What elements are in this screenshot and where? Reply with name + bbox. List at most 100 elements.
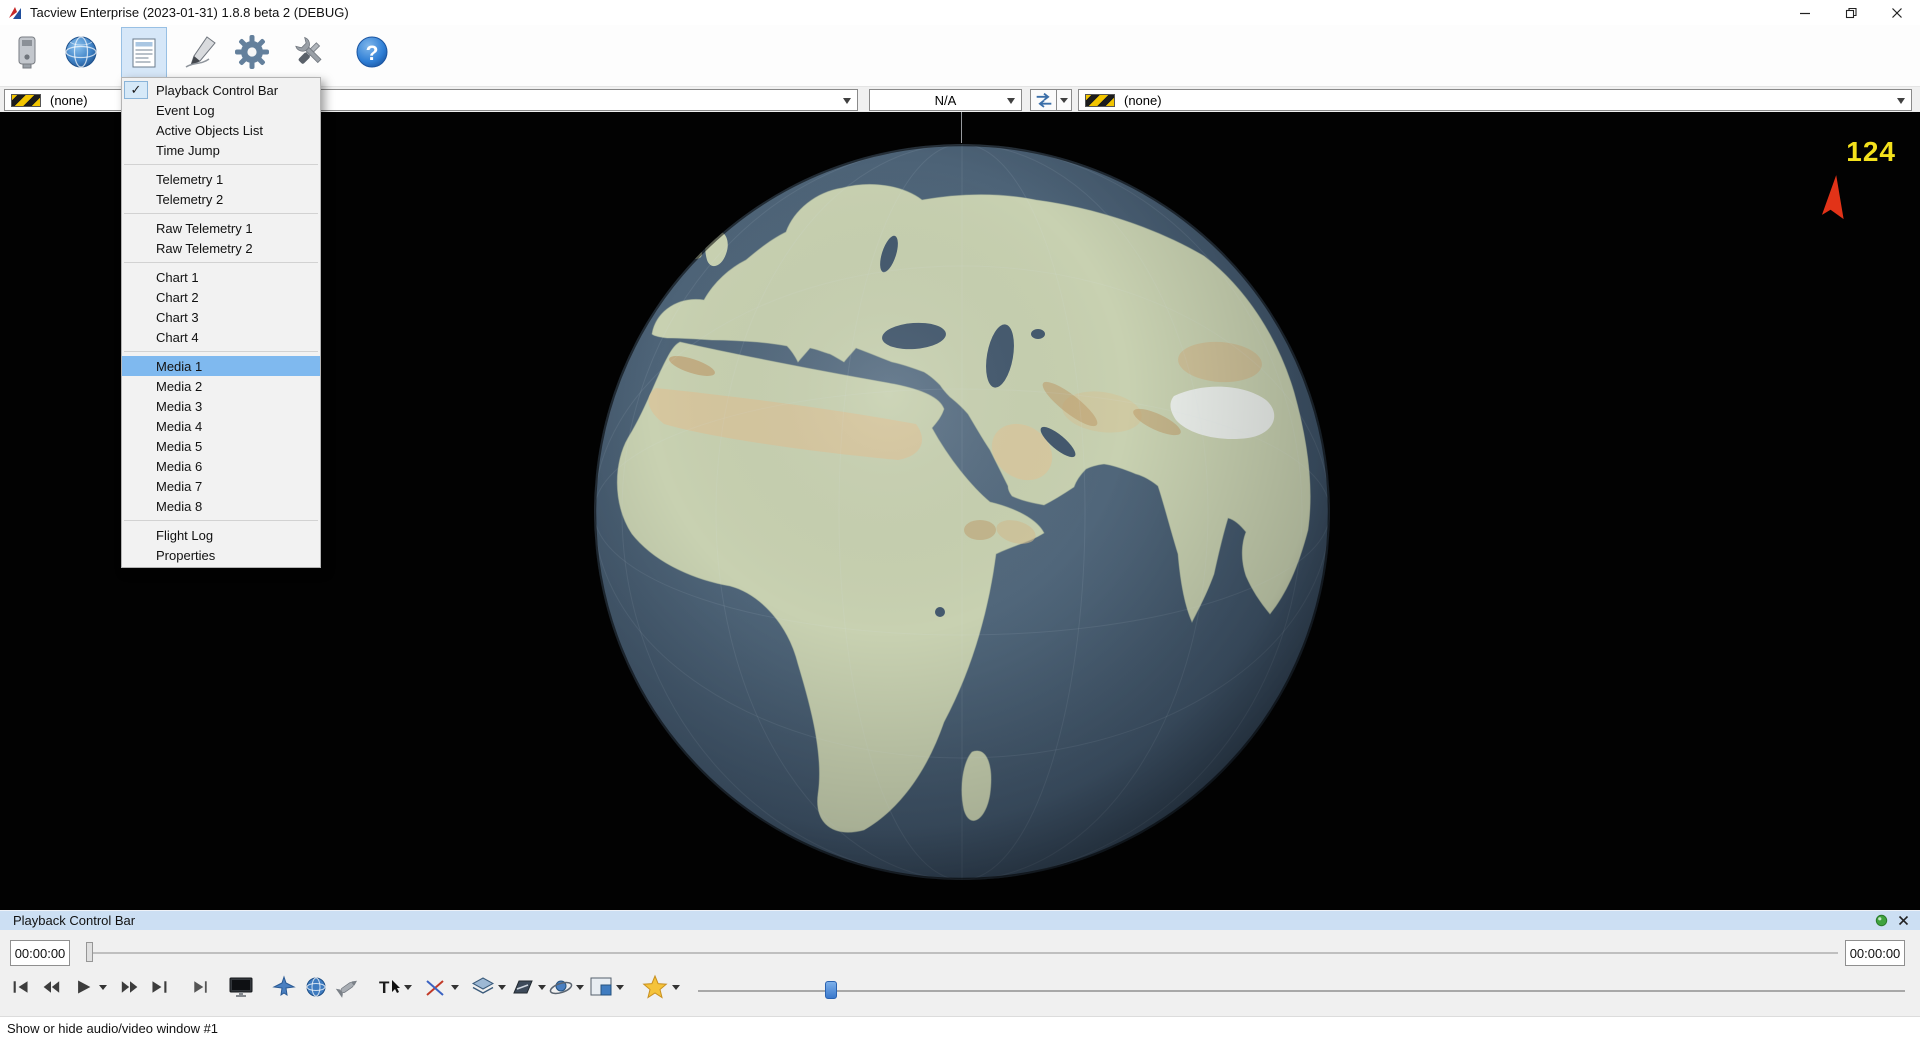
menu-item-label: Media 1: [156, 359, 202, 374]
menu-item-media-2[interactable]: Media 2: [122, 376, 320, 396]
playback-panel-header[interactable]: Playback Control Bar: [0, 910, 1920, 930]
menu-check-spacer: [124, 397, 148, 415]
globe-axis-line: [961, 112, 962, 143]
fast-forward-button[interactable]: [117, 974, 143, 1000]
menu-item-media-8[interactable]: Media 8: [122, 496, 320, 516]
menu-separator: [124, 262, 318, 263]
menu-item-media-7[interactable]: Media 7: [122, 476, 320, 496]
close-panel-icon[interactable]: [1897, 914, 1910, 927]
minimap-menu-button[interactable]: [588, 974, 614, 1000]
menu-item-flight-log[interactable]: Flight Log: [122, 525, 320, 545]
time-slider-track[interactable]: [88, 952, 1838, 954]
pin-panel-icon[interactable]: [1875, 914, 1888, 927]
layers-chevron-icon[interactable]: [498, 985, 506, 990]
menu-item-raw-telemetry-2[interactable]: Raw Telemetry 2: [122, 238, 320, 258]
primary-object-value: (none): [50, 93, 88, 108]
play-button[interactable]: [70, 974, 96, 1000]
compass-heading-readout: 124: [1846, 136, 1896, 168]
restore-button[interactable]: [1828, 0, 1874, 25]
menu-item-label: Active Objects List: [156, 123, 263, 138]
menu-item-label: Telemetry 2: [156, 192, 223, 207]
gear-icon: [232, 32, 272, 72]
menu-item-label: Time Jump: [156, 143, 220, 158]
step-forward-button[interactable]: [187, 974, 213, 1000]
swap-objects-button[interactable]: [1030, 89, 1057, 111]
online-button[interactable]: [58, 27, 104, 77]
menu-item-label: Properties: [156, 548, 215, 563]
orbit-menu-button[interactable]: [548, 974, 574, 1000]
seek-slider-handle[interactable]: [825, 981, 837, 999]
minimize-button[interactable]: [1782, 0, 1828, 25]
layers-icon: [470, 974, 496, 1000]
menu-item-label: Chart 2: [156, 290, 199, 305]
flight-recorder-button[interactable]: [178, 27, 224, 77]
menu-item-media-4[interactable]: Media 4: [122, 416, 320, 436]
menu-check-spacer: [124, 308, 148, 326]
menu-item-chart-1[interactable]: Chart 1: [122, 267, 320, 287]
bookmark-chevron-icon[interactable]: [672, 985, 680, 990]
menu-check-spacer: [124, 268, 148, 286]
seek-slider-track[interactable]: [698, 990, 1905, 992]
windows-menu-icon: [124, 33, 164, 73]
svg-text:T: T: [379, 978, 390, 997]
aircraft-icon: [271, 974, 297, 1000]
menu-check-spacer: [124, 437, 148, 455]
help-icon: ?: [352, 32, 392, 72]
menu-check-spacer: [124, 141, 148, 159]
menu-item-properties[interactable]: Properties: [122, 545, 320, 565]
star-icon: [642, 974, 668, 1000]
skip-end-button[interactable]: [146, 974, 172, 1000]
windows-menu-button[interactable]: [121, 27, 167, 77]
import-button[interactable]: [5, 27, 51, 77]
time-slider-handle[interactable]: [86, 942, 93, 962]
menu-item-media-3[interactable]: Media 3: [122, 396, 320, 416]
menu-check-spacer: [124, 417, 148, 435]
advanced-tools-button[interactable]: [287, 27, 333, 77]
telemetry-mode-combo[interactable]: N/A: [869, 89, 1022, 111]
menu-item-raw-telemetry-1[interactable]: Raw Telemetry 1: [122, 218, 320, 238]
menu-item-telemetry-2[interactable]: Telemetry 2: [122, 189, 320, 209]
play-options-chevron-icon[interactable]: [99, 985, 107, 990]
swap-options-button[interactable]: [1056, 89, 1072, 111]
pen-icon: [181, 32, 221, 72]
menu-item-chart-2[interactable]: Chart 2: [122, 287, 320, 307]
menu-item-media-1[interactable]: Media 1: [122, 356, 320, 376]
missile-toggle-button[interactable]: [335, 974, 361, 1000]
fast-forward-icon: [119, 978, 141, 996]
globe-toggle-button[interactable]: [303, 974, 329, 1000]
menu-item-chart-3[interactable]: Chart 3: [122, 307, 320, 327]
orbit-chevron-icon[interactable]: [576, 985, 584, 990]
minimap-chevron-icon[interactable]: [616, 985, 624, 990]
menu-item-event-log[interactable]: Event Log: [122, 100, 320, 120]
terrain-chevron-icon[interactable]: [538, 985, 546, 990]
playback-panel-body: 00:00:00 00:00:00: [0, 930, 1920, 1016]
close-button[interactable]: [1874, 0, 1920, 25]
rewind-button[interactable]: [38, 974, 64, 1000]
menu-item-time-jump[interactable]: Time Jump: [122, 140, 320, 160]
menu-check-spacer: [124, 357, 148, 375]
terrain-menu-button[interactable]: [510, 974, 536, 1000]
secondary-object-combo[interactable]: (none): [1078, 89, 1912, 111]
vectors-chevron-icon[interactable]: [451, 985, 459, 990]
menu-item-label: Playback Control Bar: [156, 83, 278, 98]
help-button[interactable]: ?: [349, 27, 395, 77]
labels-menu-button[interactable]: T: [376, 974, 402, 1000]
skip-start-button[interactable]: [8, 974, 34, 1000]
menu-check-spacer: [124, 328, 148, 346]
vectors-menu-button[interactable]: [423, 974, 449, 1000]
aircraft-toggle-button[interactable]: [271, 974, 297, 1000]
layers-menu-button[interactable]: [470, 974, 496, 1000]
monitor-toggle-button[interactable]: [228, 974, 254, 1000]
menu-item-media-6[interactable]: Media 6: [122, 456, 320, 476]
settings-button[interactable]: [229, 27, 275, 77]
menu-item-chart-4[interactable]: Chart 4: [122, 327, 320, 347]
menu-check-spacer: [124, 377, 148, 395]
labels-chevron-icon[interactable]: [404, 985, 412, 990]
menu-item-active-objects-list[interactable]: Active Objects List: [122, 120, 320, 140]
menu-check-spacer: [124, 101, 148, 119]
menu-item-playback-control-bar[interactable]: ✓Playback Control Bar: [122, 80, 320, 100]
menu-item-telemetry-1[interactable]: Telemetry 1: [122, 169, 320, 189]
menu-item-label: Media 4: [156, 419, 202, 434]
menu-item-media-5[interactable]: Media 5: [122, 436, 320, 456]
bookmark-button[interactable]: [642, 974, 668, 1000]
